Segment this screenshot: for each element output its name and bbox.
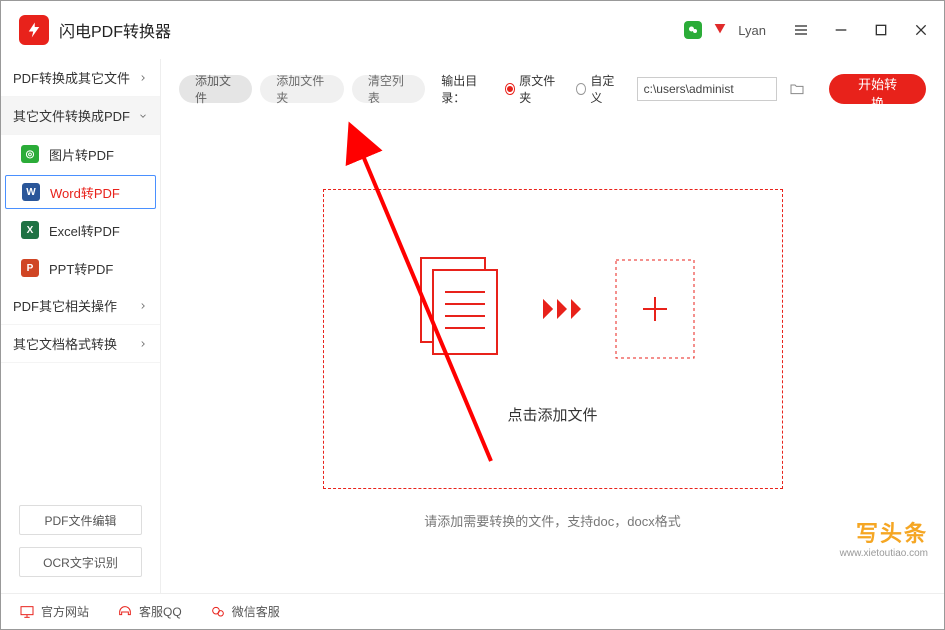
close-button[interactable] — [906, 15, 936, 45]
output-path-input[interactable] — [637, 77, 777, 101]
sidebar-cat-label: 其它文件转换成PDF — [13, 106, 130, 125]
folder-icon — [789, 81, 805, 97]
radio-label: 自定义 — [590, 72, 620, 106]
monitor-icon — [19, 604, 35, 620]
chat-icon — [210, 604, 226, 620]
ocr-button[interactable]: OCR文字识别 — [19, 547, 142, 577]
image-file-icon: ◎ — [21, 145, 39, 163]
radio-label: 原文件夹 — [519, 72, 560, 106]
sidebar-item-label: 图片转PDF — [49, 145, 114, 164]
browse-folder-button[interactable] — [787, 77, 808, 101]
clear-list-button[interactable]: 清空列表 — [352, 75, 425, 103]
footer-link-qq[interactable]: 客服QQ — [117, 603, 182, 620]
sidebar: PDF转换成其它文件 其它文件转换成PDF ◎ 图片转PDF W Word转PD… — [1, 59, 161, 593]
wechat-icon[interactable] — [684, 21, 702, 39]
sidebar-item-label: PPT转PDF — [49, 259, 113, 278]
main-panel: 添加文件 添加文件夹 清空列表 输出目录： 原文件夹 自定义 开始转换 — [161, 59, 944, 593]
dropzone-graphic — [411, 254, 695, 364]
minimize-button[interactable] — [826, 15, 856, 45]
sidebar-cat-pdf-to-other[interactable]: PDF转换成其它文件 — [1, 59, 160, 97]
pdf-edit-button[interactable]: PDF文件编辑 — [19, 505, 142, 535]
titlebar-right: Lyan — [684, 15, 936, 45]
footer-link-label: 官方网站 — [41, 603, 89, 620]
add-folder-button[interactable]: 添加文件夹 — [260, 75, 344, 103]
dropzone-area: 点击添加文件 请添加需要转换的文件，支持doc，docx格式 — [161, 119, 944, 593]
headset-icon — [117, 604, 133, 620]
sidebar-cat-doc-convert[interactable]: 其它文档格式转换 — [1, 325, 160, 363]
sidebar-item-excel-to-pdf[interactable]: X Excel转PDF — [1, 211, 160, 249]
chevron-right-icon — [138, 339, 148, 349]
format-hint: 请添加需要转换的文件，支持doc，docx格式 — [424, 511, 680, 530]
radio-dot-icon — [505, 83, 515, 95]
radio-custom-folder[interactable]: 自定义 — [576, 72, 621, 106]
chevron-right-icon — [138, 301, 148, 311]
footer: 官方网站 客服QQ 微信客服 — [1, 593, 944, 629]
footer-link-label: 客服QQ — [139, 603, 182, 620]
add-file-button[interactable]: 添加文件 — [179, 75, 252, 103]
vip-diamond-icon[interactable] — [712, 20, 728, 41]
footer-link-wechat[interactable]: 微信客服 — [210, 603, 280, 620]
body: PDF转换成其它文件 其它文件转换成PDF ◎ 图片转PDF W Word转PD… — [1, 59, 944, 593]
footer-link-website[interactable]: 官方网站 — [19, 603, 89, 620]
ppt-file-icon: P — [21, 259, 39, 277]
radio-dot-icon — [576, 83, 586, 95]
radio-source-folder[interactable]: 原文件夹 — [505, 72, 560, 106]
sidebar-cat-label: PDF其它相关操作 — [13, 296, 117, 315]
sidebar-item-image-to-pdf[interactable]: ◎ 图片转PDF — [1, 135, 160, 173]
app-title: 闪电PDF转换器 — [59, 18, 171, 42]
titlebar: 闪电PDF转换器 Lyan — [1, 1, 944, 59]
start-convert-button[interactable]: 开始转换 — [829, 74, 926, 104]
documents-icon — [411, 254, 511, 364]
dropzone[interactable]: 点击添加文件 — [323, 189, 783, 489]
sidebar-cat-other-to-pdf[interactable]: 其它文件转换成PDF — [1, 97, 160, 135]
sidebar-item-label: Word转PDF — [50, 183, 120, 202]
sidebar-cat-label: 其它文档格式转换 — [13, 334, 117, 353]
sidebar-item-word-to-pdf[interactable]: W Word转PDF — [5, 175, 156, 209]
add-box-icon — [615, 259, 695, 359]
sidebar-item-ppt-to-pdf[interactable]: P PPT转PDF — [1, 249, 160, 287]
username-label[interactable]: Lyan — [738, 23, 766, 38]
maximize-button[interactable] — [866, 15, 896, 45]
menu-button[interactable] — [786, 15, 816, 45]
app-logo-icon — [19, 15, 49, 45]
sidebar-item-label: Excel转PDF — [49, 221, 120, 240]
arrows-icon — [541, 297, 585, 321]
sidebar-cat-pdf-ops[interactable]: PDF其它相关操作 — [1, 287, 160, 325]
chevron-right-icon — [138, 73, 148, 83]
dropzone-text: 点击添加文件 — [507, 404, 597, 425]
toolbar: 添加文件 添加文件夹 清空列表 输出目录： 原文件夹 自定义 开始转换 — [161, 59, 944, 119]
word-file-icon: W — [22, 183, 40, 201]
excel-file-icon: X — [21, 221, 39, 239]
output-dir-label: 输出目录： — [441, 72, 493, 106]
footer-link-label: 微信客服 — [232, 603, 280, 620]
app-window: 闪电PDF转换器 Lyan — [0, 0, 945, 630]
chevron-down-icon — [138, 111, 148, 121]
sidebar-cat-label: PDF转换成其它文件 — [13, 68, 130, 87]
